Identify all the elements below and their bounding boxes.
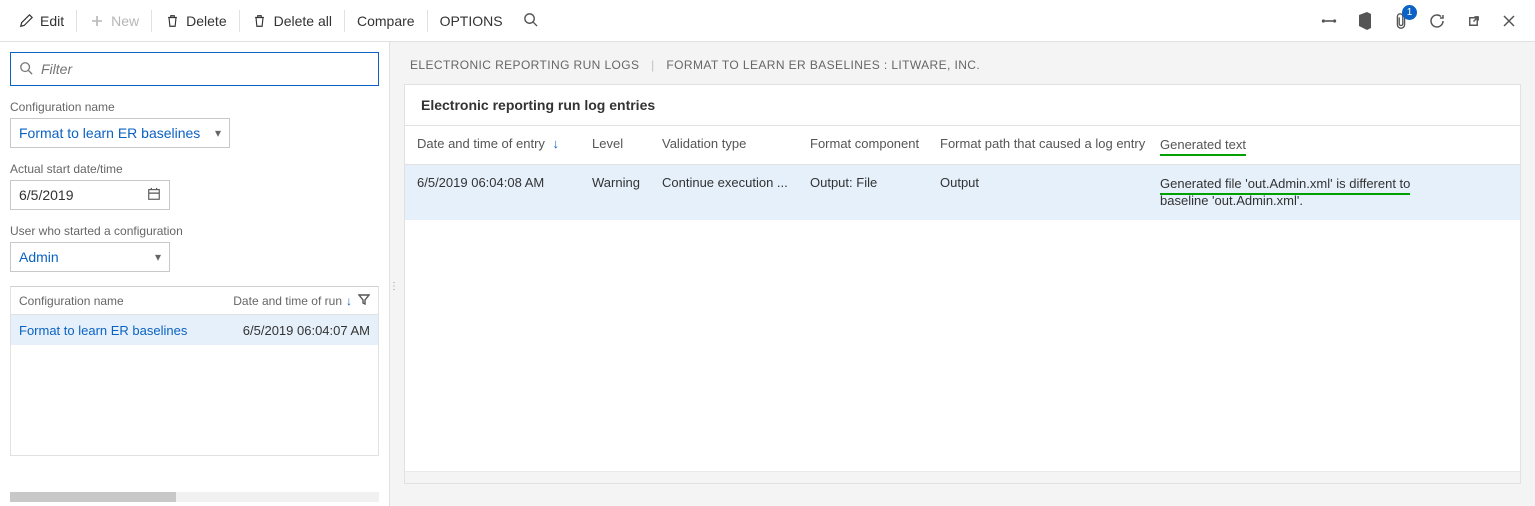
generated-text-line1: Generated file 'out.Admin.xml' is differ… [1160,176,1410,195]
compare-button[interactable]: Compare [347,6,425,36]
toolbar-separator [344,10,345,32]
close-icon[interactable] [1491,3,1527,39]
chevron-down-icon: ▾ [155,250,161,264]
sort-desc-icon: ↓ [346,294,352,308]
generated-text-line2: baseline 'out.Admin.xml'. [1160,193,1303,208]
sort-asc-icon: ↓ [553,136,560,151]
config-name-label: Configuration name [10,100,379,114]
options-label: OPTIONS [440,13,503,29]
user-select[interactable]: Admin ▾ [10,242,170,272]
runs-grid-body: Format to learn ER baselines 6/5/2019 06… [11,315,378,455]
log-entries-panel: Electronic reporting run log entries Dat… [404,84,1521,484]
cell-datetime: 6/5/2019 06:04:08 AM [417,175,592,190]
refresh-icon[interactable] [1419,3,1455,39]
col-config-name[interactable]: Configuration name [19,294,210,308]
notification-count: 1 [1402,5,1417,20]
row-config-name: Format to learn ER baselines [19,323,210,338]
user-value: Admin [19,249,59,265]
toolbar-separator [151,10,152,32]
delete-label: Delete [186,13,226,29]
cell-format-component: Output: File [810,175,940,190]
panel-title: Electronic reporting run log entries [405,85,1520,126]
filter-sidebar: Configuration name Format to learn ER ba… [0,42,390,506]
breadcrumb: Electronic reporting run logs | Format t… [390,42,1535,84]
main-area: Configuration name Format to learn ER ba… [0,42,1535,506]
toolbar-separator [76,10,77,32]
col-datetime[interactable]: Date and time of entry ↓ [417,136,592,154]
log-entries-grid: Date and time of entry ↓ Level Validatio… [405,126,1520,220]
col-generated-text-label: Generated text [1160,137,1246,156]
calendar-icon [147,187,161,204]
delete-all-label: Delete all [274,13,332,29]
attachments-button[interactable]: 1 [1383,3,1419,39]
edit-label: Edit [40,13,64,29]
scrollbar-thumb[interactable] [10,492,176,502]
plus-icon [89,13,105,29]
col-date-time-label: Date and time of run [233,294,342,308]
toolbar-separator [239,10,240,32]
col-datetime-label: Date and time of entry [417,136,545,151]
user-label: User who started a configuration [10,224,379,238]
runs-grid-header: Configuration name Date and time of run … [11,287,378,315]
col-date-time[interactable]: Date and time of run ↓ [210,293,370,308]
popout-icon[interactable] [1455,3,1491,39]
search-icon [523,12,538,30]
breadcrumb-leaf: Format to learn ER baselines : Litware, … [666,58,980,72]
search-icon [19,61,33,78]
filter-input[interactable] [39,60,370,78]
row-date-time: 6/5/2019 06:04:07 AM [210,323,370,338]
options-button[interactable]: OPTIONS [430,6,513,36]
cell-validation-type: Continue execution ... [662,175,810,190]
content-area: ⋮ Electronic reporting run logs | Format… [390,42,1535,506]
trash-icon [252,13,268,29]
config-name-select[interactable]: Format to learn ER baselines ▾ [10,118,230,148]
breadcrumb-root[interactable]: Electronic reporting run logs [410,58,639,72]
breadcrumb-separator: | [651,58,655,72]
filter-icon[interactable] [358,293,370,308]
col-level[interactable]: Level [592,136,662,154]
toolbar-search-button[interactable] [513,6,548,36]
runs-grid: Configuration name Date and time of run … [10,286,379,456]
new-label: New [111,13,139,29]
panel-scrollbar[interactable] [405,471,1520,483]
delete-button[interactable]: Delete [154,6,236,36]
col-validation-type[interactable]: Validation type [662,136,810,154]
delete-all-button[interactable]: Delete all [242,6,342,36]
toolbar-right-group: 1 [1311,0,1527,42]
trash-icon [164,13,180,29]
config-name-value: Format to learn ER baselines [19,125,200,141]
start-date-value: 6/5/2019 [19,187,74,203]
new-button: New [79,6,149,36]
start-date-label: Actual start date/time [10,162,379,176]
start-date-input[interactable]: 6/5/2019 [10,180,170,210]
col-format-component[interactable]: Format component [810,136,940,154]
cell-format-path: Output [940,175,1160,190]
toolbar-separator [427,10,428,32]
filter-box[interactable] [10,52,379,86]
sidebar-scrollbar[interactable] [10,492,379,502]
col-generated-text[interactable]: Generated text [1160,136,1508,154]
top-toolbar: Edit New Delete Delete all Compare OPTIO… [0,0,1535,42]
col-format-path[interactable]: Format path that caused a log entry [940,136,1160,154]
connector-icon[interactable] [1311,3,1347,39]
office-icon[interactable] [1347,3,1383,39]
grid-header: Date and time of entry ↓ Level Validatio… [405,126,1520,165]
edit-button[interactable]: Edit [8,6,74,36]
chevron-down-icon: ▾ [215,126,221,140]
cell-level: Warning [592,175,662,190]
table-row[interactable]: 6/5/2019 06:04:08 AM Warning Continue ex… [405,165,1520,220]
compare-label: Compare [357,13,415,29]
cell-generated-text: Generated file 'out.Admin.xml' is differ… [1160,175,1508,210]
panel-resizer[interactable]: ⋮ [390,274,398,298]
pencil-icon [18,13,34,29]
table-row[interactable]: Format to learn ER baselines 6/5/2019 06… [11,315,378,345]
